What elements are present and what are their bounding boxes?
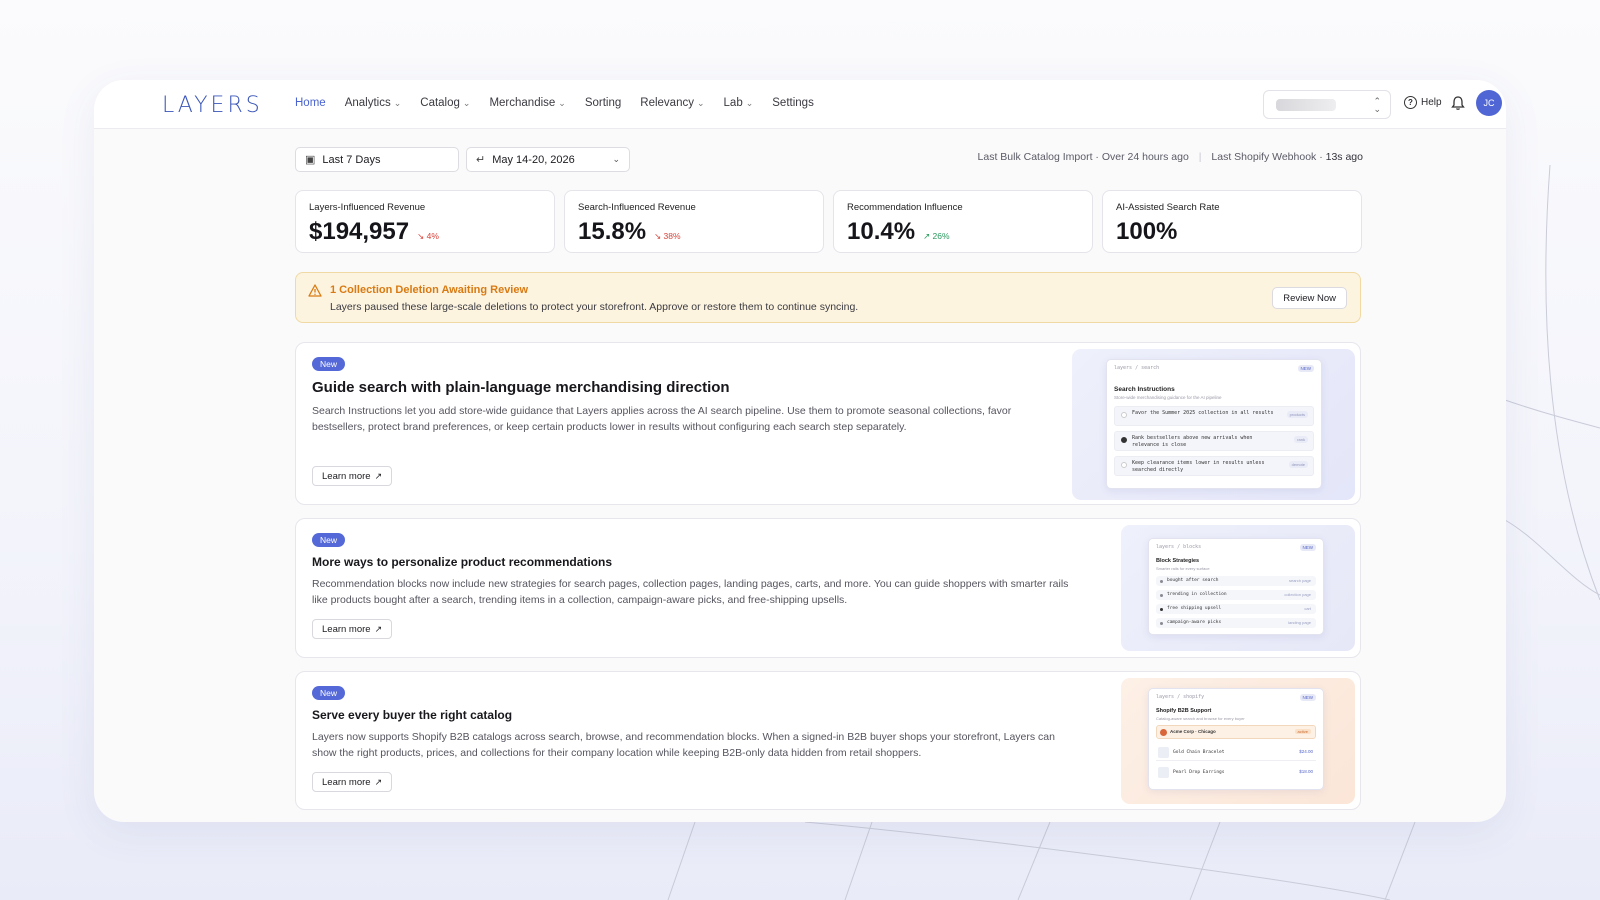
user-avatar[interactable]: JC bbox=[1476, 90, 1502, 116]
alert-title: 1 Collection Deletion Awaiting Review bbox=[330, 284, 529, 296]
new-badge: New bbox=[312, 357, 346, 371]
feature-card-block-strategies: New More ways to personalize product rec… bbox=[295, 518, 1361, 658]
learn-more-button[interactable]: Learn more ↗ bbox=[312, 466, 393, 486]
card-description: Layers now supports Shopify B2B catalogs… bbox=[312, 731, 1055, 759]
alert-text: Layers paused these large-scale deletion… bbox=[330, 301, 859, 313]
nav-catalog[interactable]: Catalog ⌄ bbox=[420, 97, 470, 109]
delta-down: ↘ 4% bbox=[417, 231, 439, 241]
preview-row: Rank bestsellers above new arrivals when… bbox=[1114, 431, 1314, 451]
nav-merchandise[interactable]: Merchandise ⌄ bbox=[489, 97, 565, 109]
calendar-icon: ▣ bbox=[305, 154, 316, 166]
nav-sorting[interactable]: Sorting bbox=[585, 97, 621, 109]
layers-logo[interactable]: LAYERS bbox=[162, 93, 263, 118]
product-row: Gold Chain Bracelet $24.00 bbox=[1156, 745, 1316, 761]
new-badge: New bbox=[312, 533, 346, 547]
kpi-value: 10.4% bbox=[847, 218, 916, 245]
date-range-picker[interactable]: ↵ May 14-20, 2026 ⌄ bbox=[466, 147, 630, 172]
card-title: More ways to personalize product recomme… bbox=[312, 555, 613, 569]
company-row: Acme Corp · Chicago active bbox=[1156, 725, 1316, 739]
card-description: Recommendation blocks now include new st… bbox=[312, 578, 1069, 606]
nav-settings[interactable]: Settings bbox=[772, 97, 814, 109]
feature-card-shopify-b2b: New Serve every buyer the right catalog … bbox=[295, 671, 1361, 810]
kpi-card-recommendation-influence[interactable]: Recommendation Influence 10.4% ↗ 26% bbox=[833, 190, 1093, 253]
question-circle-icon: ? bbox=[1404, 96, 1417, 109]
chevron-down-icon: ⌄ bbox=[393, 97, 402, 108]
date-range-preset-select[interactable]: ▣ Last 7 Days bbox=[295, 147, 459, 172]
learn-more-button[interactable]: Learn more ↗ bbox=[312, 772, 393, 792]
warning-triangle-icon bbox=[308, 284, 322, 297]
delta-up: ↗ 26% bbox=[923, 231, 950, 241]
date-value: May 14-20, 2026 bbox=[492, 153, 575, 166]
product-row: Pearl Drop Earrings $18.00 bbox=[1156, 765, 1316, 781]
external-arrow-icon: ↗ bbox=[374, 776, 383, 787]
review-now-button[interactable]: Review Now bbox=[1272, 287, 1347, 309]
preview-row: campaign-aware picks landing page bbox=[1156, 618, 1316, 628]
nav-relevancy[interactable]: Relevancy ⌄ bbox=[640, 97, 704, 109]
kpi-value: 100% bbox=[1116, 218, 1178, 245]
kpi-value: 15.8% bbox=[578, 218, 647, 245]
shopify-b2b-preview: layers / shopify NEW Shopify B2B Support… bbox=[1121, 678, 1355, 804]
nav-lab[interactable]: Lab ⌄ bbox=[724, 97, 754, 109]
external-arrow-icon: ↗ bbox=[374, 470, 383, 481]
nav-analytics[interactable]: Analytics ⌄ bbox=[345, 97, 402, 109]
product-thumbnail bbox=[1158, 767, 1169, 778]
store-name-redacted bbox=[1276, 99, 1336, 111]
app-window: LAYERS Home Analytics ⌄ Catalog ⌄ Merchand… bbox=[94, 80, 1506, 822]
product-thumbnail bbox=[1158, 747, 1169, 758]
up-down-chevron-icon: ⌃ ⌄ bbox=[1373, 96, 1381, 114]
sync-status: Last Bulk Catalog Import · Over 24 hours… bbox=[977, 151, 1363, 163]
block-strategies-preview: layers / blocks NEW Block Strategies Sma… bbox=[1121, 525, 1355, 651]
chevron-down-icon: ⌄ bbox=[462, 97, 471, 108]
range-label: Last 7 Days bbox=[322, 153, 381, 166]
preview-row: trending in collection collection page bbox=[1156, 590, 1316, 600]
preview-row: bought after search search page bbox=[1156, 576, 1316, 586]
kpi-card-ai-search-rate[interactable]: AI-Assisted Search Rate 100% bbox=[1102, 190, 1362, 253]
chevron-down-icon: ⌄ bbox=[558, 97, 566, 108]
chevron-down-icon: ⌄ bbox=[745, 97, 754, 108]
card-title: Serve every buyer the right catalog bbox=[312, 708, 513, 722]
card-title: Guide search with plain-language merchan… bbox=[312, 379, 730, 396]
top-navigation-bar: LAYERS Home Analytics ⌄ Catalog ⌄ Merchand… bbox=[94, 80, 1506, 129]
preview-row: Keep clearance items lower in results un… bbox=[1114, 456, 1314, 476]
kpi-card-layers-revenue[interactable]: Layers-Influenced Revenue $194,957 ↘ 4% bbox=[295, 190, 555, 253]
card-description: Search Instructions let you add store-wi… bbox=[312, 405, 1012, 433]
learn-more-button[interactable]: Learn more ↗ bbox=[312, 619, 393, 639]
nav-home[interactable]: Home bbox=[295, 97, 326, 109]
chevron-down-icon: ⌄ bbox=[612, 154, 620, 164]
main-nav: Home Analytics ⌄ Catalog ⌄ Merchandise ⌄ So… bbox=[295, 97, 833, 109]
chevron-down-icon: ⌄ bbox=[696, 97, 705, 108]
search-instructions-preview: layers / search NEW Search Instructions … bbox=[1072, 349, 1355, 500]
preview-row: Favor the Summer 2025 collection in all … bbox=[1114, 406, 1314, 426]
kpi-card-search-revenue[interactable]: Search-Influenced Revenue 15.8% ↘ 38% bbox=[564, 190, 824, 253]
bell-icon[interactable] bbox=[1451, 95, 1465, 111]
store-selector[interactable]: ⌃ ⌄ bbox=[1263, 90, 1391, 119]
kpi-value: $194,957 bbox=[309, 218, 410, 245]
deletion-review-alert: 1 Collection Deletion Awaiting Review La… bbox=[295, 272, 1361, 323]
preview-row: free shipping upsell cart bbox=[1156, 604, 1316, 614]
return-arrow-icon: ↵ bbox=[476, 154, 486, 166]
company-avatar bbox=[1160, 729, 1167, 736]
help-button[interactable]: ? Help bbox=[1404, 96, 1442, 109]
external-arrow-icon: ↗ bbox=[374, 623, 383, 634]
new-badge: New bbox=[312, 686, 346, 700]
help-label: Help bbox=[1421, 97, 1442, 108]
feature-card-search-instructions: New Guide search with plain-language mer… bbox=[295, 342, 1361, 505]
delta-down: ↘ 38% bbox=[654, 231, 681, 241]
